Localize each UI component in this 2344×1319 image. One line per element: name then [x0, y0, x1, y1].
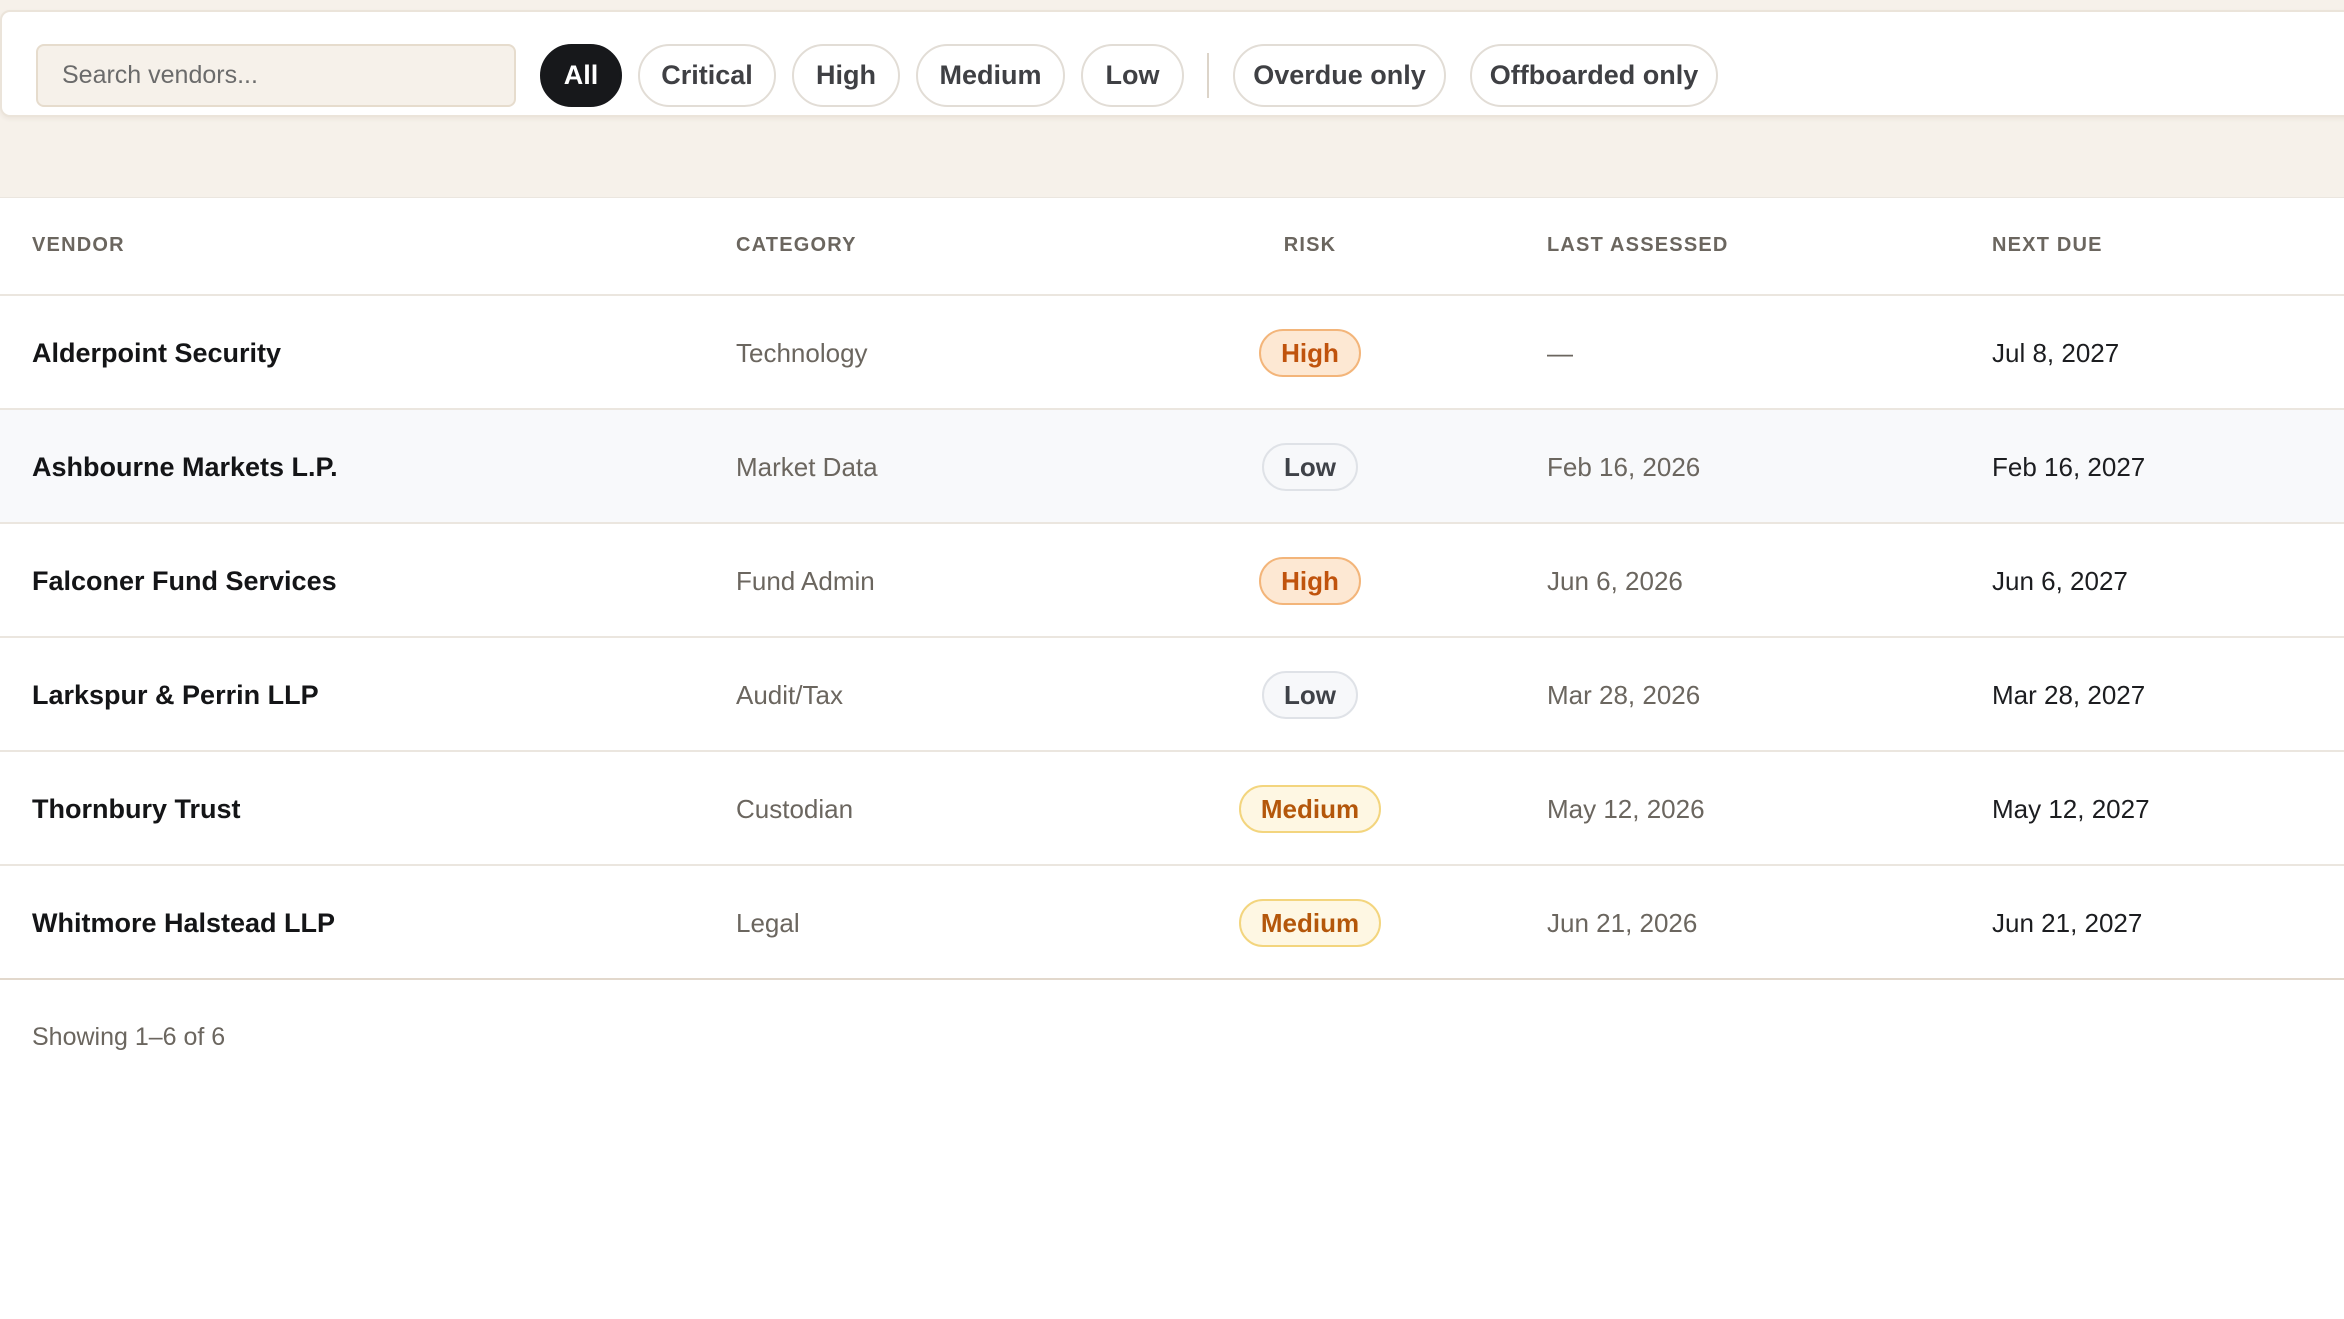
filter-chip-critical[interactable]: Critical: [638, 44, 776, 107]
column-header-next-due[interactable]: NEXT DUE: [1992, 234, 2103, 257]
risk-badge: High: [1259, 557, 1361, 605]
last-assessed-date: Mar 28, 2026: [1547, 679, 1701, 710]
column-header-category[interactable]: CATEGORY: [736, 234, 857, 257]
risk-badge: Low: [1262, 443, 1358, 491]
risk-cell: High: [1160, 524, 1460, 638]
table-row[interactable]: Larkspur & Perrin LLP Audit/Tax Low Mar …: [0, 638, 2344, 752]
last-assessed-date: Feb 16, 2026: [1547, 451, 1701, 482]
risk-badge: High: [1259, 329, 1361, 377]
vendor-name: Ashbourne Markets L.P.: [32, 451, 338, 482]
pagination-summary: Showing 1–6 of 6: [32, 1023, 226, 1051]
filter-toolbar: All Critical High Medium Low Overdue onl…: [0, 10, 2344, 117]
vendor-name: Larkspur & Perrin LLP: [32, 679, 319, 710]
table-row[interactable]: Whitmore Halstead LLP Legal Medium Jun 2…: [0, 866, 2344, 980]
vendor-category: Legal: [736, 907, 800, 938]
next-due-date: Mar 28, 2027: [1992, 679, 2146, 710]
last-assessed-date: Jun 6, 2026: [1547, 565, 1683, 596]
filter-chip-low[interactable]: Low: [1081, 44, 1184, 107]
column-header-risk[interactable]: RISK: [1160, 234, 1460, 257]
risk-cell: High: [1160, 296, 1460, 410]
vendor-name: Whitmore Halstead LLP: [32, 907, 336, 938]
column-header-vendor[interactable]: VENDOR: [32, 234, 125, 257]
next-due-date: Jun 21, 2027: [1992, 907, 2143, 938]
filter-chip-high[interactable]: High: [792, 44, 900, 107]
vendor-category: Audit/Tax: [736, 679, 843, 710]
vendor-category: Fund Admin: [736, 565, 875, 596]
risk-cell: Medium: [1160, 752, 1460, 866]
risk-badge: Medium: [1238, 785, 1382, 833]
vendor-name: Alderpoint Security: [32, 337, 282, 368]
risk-cell: Medium: [1160, 866, 1460, 980]
table-row[interactable]: Thornbury Trust Custodian Medium May 12,…: [0, 752, 2344, 866]
chip-divider: [1207, 53, 1209, 98]
search-input[interactable]: [36, 44, 516, 107]
table-row[interactable]: Alderpoint Security Technology High — Ju…: [0, 296, 2344, 410]
filter-chip-offboarded-only[interactable]: Offboarded only: [1470, 44, 1718, 107]
filter-chip-overdue-only[interactable]: Overdue only: [1233, 44, 1446, 107]
vendor-table: VENDOR CATEGORY RISK LAST ASSESSED NEXT …: [0, 197, 2344, 1319]
vendor-name: Thornbury Trust: [32, 793, 241, 824]
risk-badge: Medium: [1238, 899, 1382, 947]
next-due-date: Feb 16, 2027: [1992, 451, 2146, 482]
risk-cell: Low: [1160, 638, 1460, 752]
risk-cell: Low: [1160, 410, 1460, 524]
table-row[interactable]: Ashbourne Markets L.P. Market Data Low F…: [0, 410, 2344, 524]
last-assessed-date: May 12, 2026: [1547, 793, 1705, 824]
last-assessed-date: —: [1547, 337, 1573, 368]
next-due-date: Jul 8, 2027: [1992, 337, 2120, 368]
risk-badge: Low: [1262, 671, 1358, 719]
column-header-last-assessed[interactable]: LAST ASSESSED: [1547, 234, 1729, 257]
table-header: VENDOR CATEGORY RISK LAST ASSESSED NEXT …: [0, 198, 2344, 296]
filter-chip-medium[interactable]: Medium: [916, 44, 1065, 107]
vendor-category: Technology: [736, 337, 868, 368]
last-assessed-date: Jun 21, 2026: [1547, 907, 1698, 938]
filter-chip-all[interactable]: All: [540, 44, 622, 107]
table-row[interactable]: Falconer Fund Services Fund Admin High J…: [0, 524, 2344, 638]
vendor-category: Market Data: [736, 451, 878, 482]
next-due-date: Jun 6, 2027: [1992, 565, 2128, 596]
vendor-name: Falconer Fund Services: [32, 565, 337, 596]
vendor-category: Custodian: [736, 793, 854, 824]
next-due-date: May 12, 2027: [1992, 793, 2150, 824]
